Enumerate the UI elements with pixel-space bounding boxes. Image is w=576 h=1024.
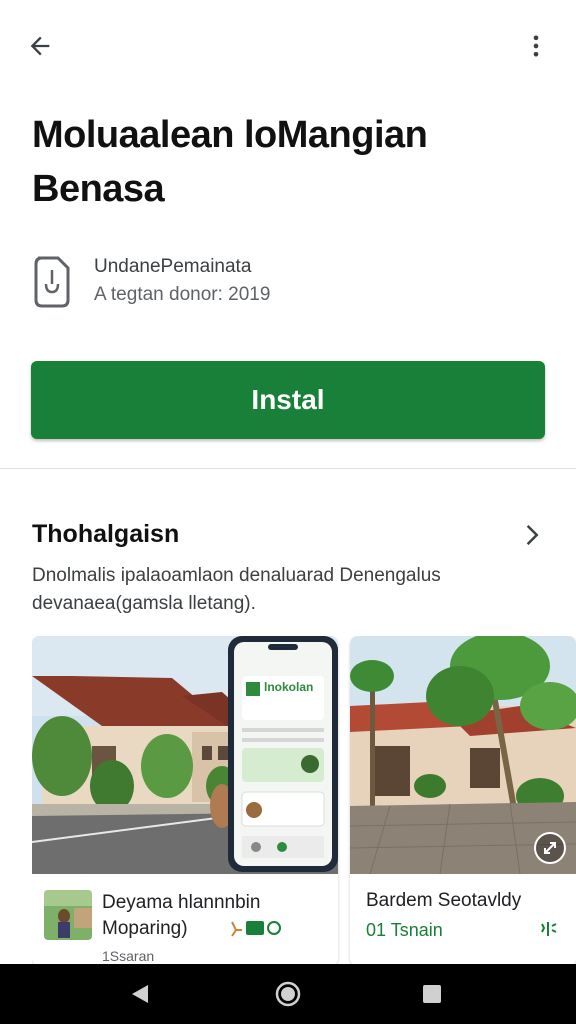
system-nav-bar — [0, 964, 576, 1024]
card-caption: Bardem Seotavldy — [366, 890, 522, 911]
nav-recents-icon — [423, 985, 441, 1003]
release-info: A tegtan donor: 2019 — [94, 284, 271, 305]
section-description: Dnolmalis ipalaoamlaon denaluarad Deneng… — [32, 565, 441, 614]
section-title: Thohalgaisn — [32, 520, 180, 548]
top-app-bar — [0, 0, 576, 92]
card-caption: Deyama hlannnbin Moparing) — [102, 892, 261, 939]
back-arrow-icon — [30, 36, 50, 56]
more-vert-icon — [533, 35, 539, 57]
chevron-right-icon — [526, 525, 539, 545]
back-button[interactable] — [18, 26, 62, 66]
install-button[interactable]: Instal — [31, 361, 545, 439]
developer-name: UndanePemainata — [94, 256, 252, 277]
nav-back-button[interactable] — [118, 976, 162, 1012]
nav-back-icon — [132, 985, 148, 1003]
card-subtext: 01 Tsnain — [366, 920, 443, 940]
card-info: Bardem Seotavldy 01 Tsnain — [350, 874, 576, 966]
nav-recents-button[interactable] — [410, 976, 454, 1012]
more-options-button[interactable] — [514, 26, 558, 66]
card-info: Deyama hlannnbin Moparing) 1Ssaran — [32, 874, 338, 966]
divider — [0, 468, 576, 469]
phone-app-title: lnokolan — [264, 680, 314, 694]
section-header[interactable]: Thohalgaisn — [32, 518, 546, 554]
screenshots-carousel[interactable]: lnokolan Deyama hlannnbin Moparing) 1Ssa… — [32, 636, 576, 966]
expand-icon — [544, 842, 556, 854]
screenshot-card[interactable]: lnokolan Deyama hlannnbin Moparing) 1Ssa… — [32, 636, 338, 966]
screenshot-image — [32, 636, 338, 874]
expand-button[interactable] — [534, 832, 566, 864]
document-icon — [34, 256, 70, 308]
screenshot-card[interactable]: Bardem Seotavldy 01 Tsnain — [350, 636, 576, 966]
card-subtext: 1Ssaran — [102, 948, 155, 964]
sparkle-icon — [541, 922, 557, 936]
app-title: Moluaalean loMangian Benasa — [32, 114, 428, 210]
rating-badge-icon — [231, 921, 281, 937]
thumbnail-image — [44, 890, 92, 940]
developer-info[interactable]: UndanePemainata A tegtan donor: 2019 — [32, 252, 532, 312]
nav-home-icon — [275, 981, 301, 1007]
nav-home-button[interactable] — [266, 976, 310, 1012]
